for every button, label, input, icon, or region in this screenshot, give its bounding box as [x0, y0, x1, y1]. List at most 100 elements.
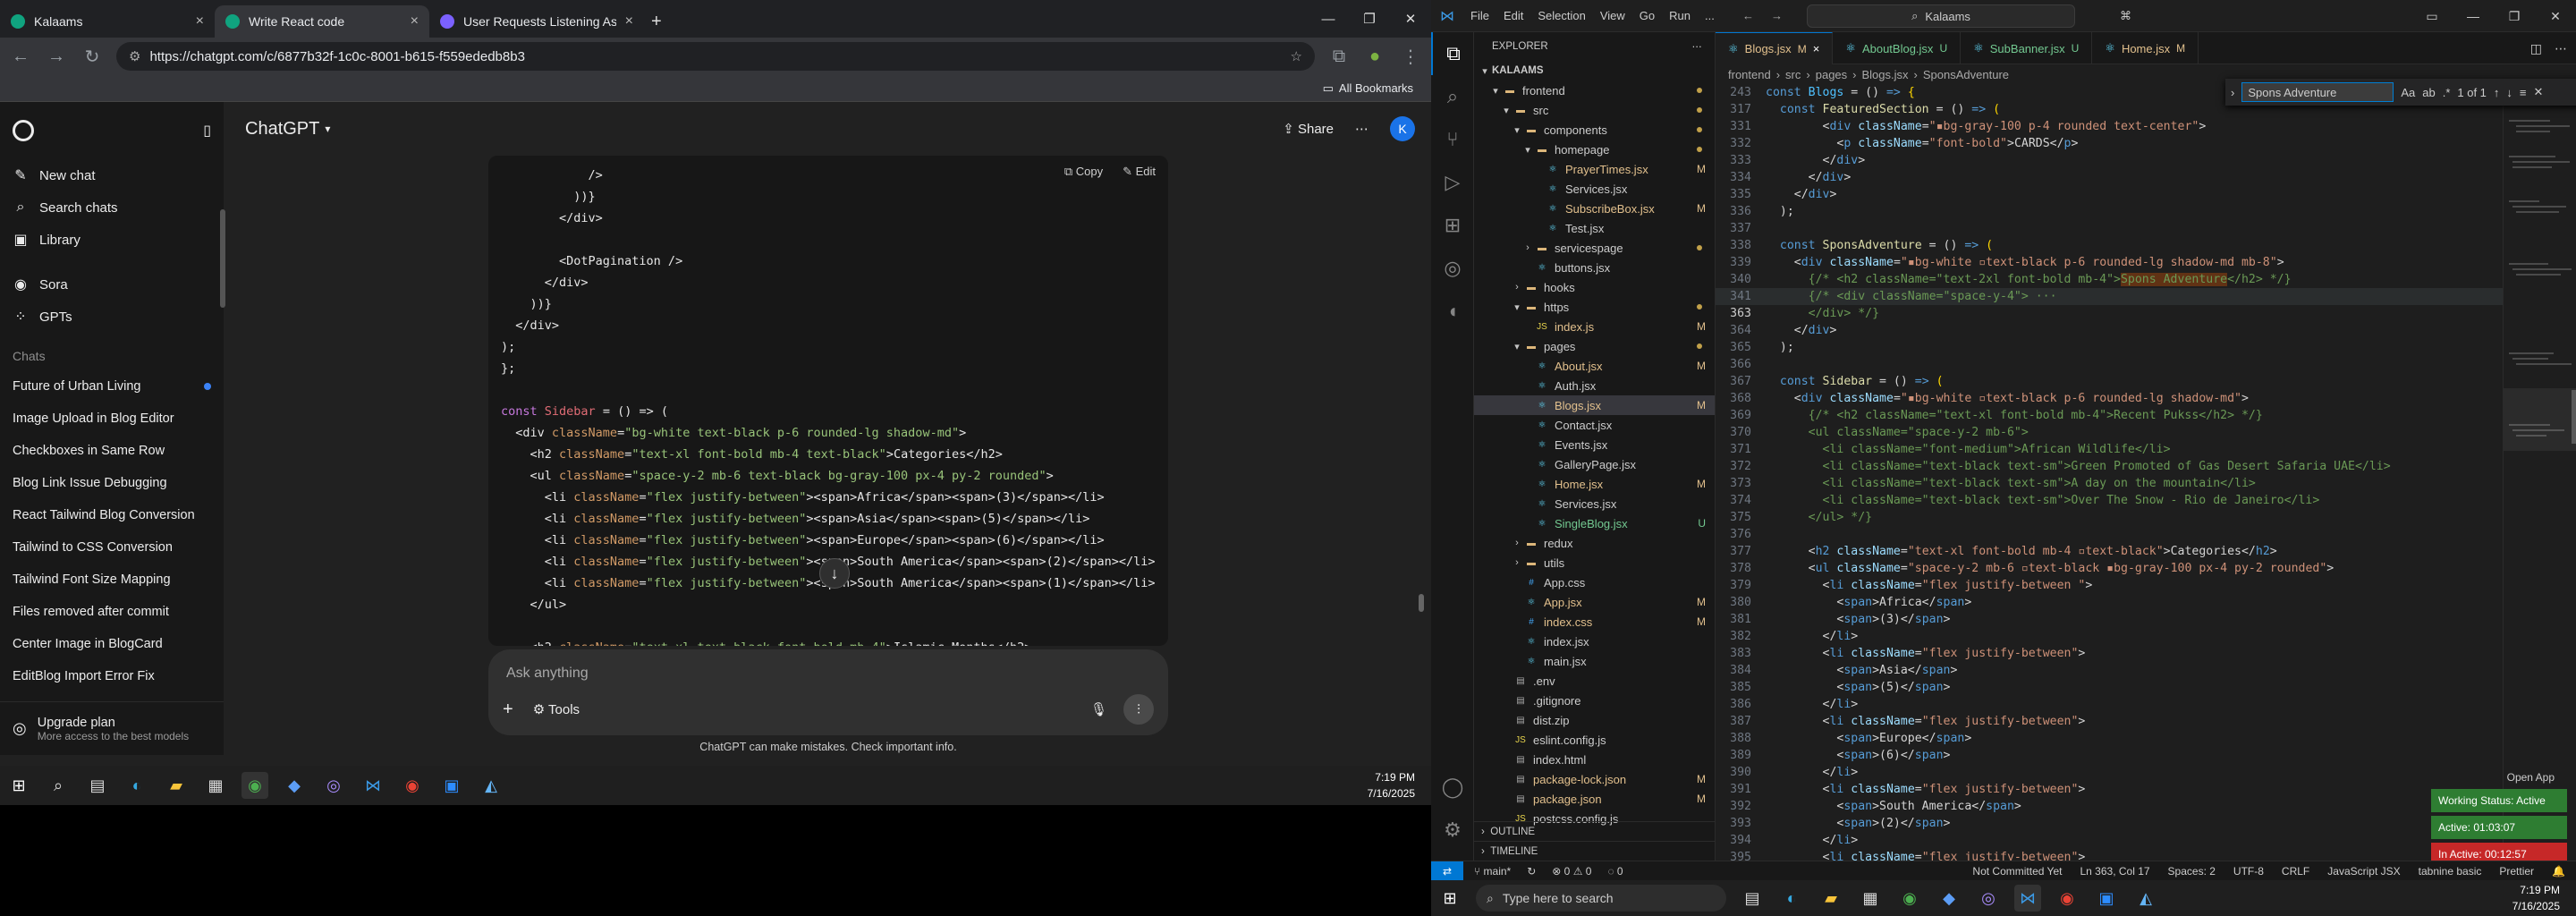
branch-indicator[interactable]: ⑂ main*: [1474, 865, 1511, 878]
breadcrumb-item[interactable]: pages: [1816, 68, 1847, 81]
code-editor[interactable]: 243 const Blogs = () => {317 const Featur…: [1716, 84, 2503, 861]
avatar[interactable]: K: [1390, 116, 1415, 141]
file-explorer-icon[interactable]: ▰: [1818, 885, 1844, 912]
github-icon[interactable]: ◎: [1431, 247, 1474, 290]
scroll-to-bottom-button[interactable]: ↓: [819, 558, 850, 589]
zoom-icon[interactable]: ▣: [438, 772, 465, 799]
run-debug-icon[interactable]: ▷: [1431, 161, 1474, 204]
upgrade-plan-button[interactable]: ◎ Upgrade plan More access to the best m…: [0, 701, 224, 755]
chrome-icon-2[interactable]: ◉: [399, 772, 426, 799]
chat-history-item[interactable]: Image Upload in Blog Editor: [0, 403, 224, 435]
search-icon[interactable]: ⌕: [45, 772, 72, 799]
store-icon[interactable]: ▦: [1857, 885, 1884, 912]
composer-placeholder[interactable]: Ask anything: [506, 666, 589, 682]
chrome-icon[interactable]: ◉: [1896, 885, 1923, 912]
sync-icon[interactable]: ↻: [1527, 865, 1536, 878]
file-item[interactable]: # index.css M: [1474, 612, 1715, 632]
app-icon-2[interactable]: ◭: [478, 772, 504, 799]
find-in-selection-icon[interactable]: ≡: [2520, 86, 2527, 99]
new-tab-icon[interactable]: +: [651, 12, 662, 32]
share-button[interactable]: ⇪ Share: [1283, 121, 1334, 137]
openai-logo-icon[interactable]: [13, 120, 34, 141]
menu-item[interactable]: ...: [1705, 9, 1715, 22]
more-options-icon[interactable]: ⋯: [1355, 121, 1368, 137]
back-icon[interactable]: ←: [9, 47, 32, 67]
file-item[interactable]: ▤ package-lock.json M: [1474, 769, 1715, 789]
file-item[interactable]: # App.css: [1474, 572, 1715, 592]
sidebar-item-new-chat[interactable]: ✎ New chat: [0, 159, 224, 191]
taskbar-clock[interactable]: 7:19 PM 7/16/2025: [2512, 882, 2560, 914]
prettier-status[interactable]: Prettier: [2499, 865, 2534, 878]
command-center[interactable]: ⌕ Kalaams: [1807, 4, 2075, 28]
settings-gear-icon[interactable]: ⚙: [1431, 809, 1474, 852]
folder-item[interactable]: ▾ ▬ src: [1474, 100, 1715, 120]
match-case-toggle[interactable]: Aa: [2401, 86, 2415, 99]
close-window-icon[interactable]: ✕: [2535, 0, 2576, 32]
chat-history-item[interactable]: Tailwind Font Size Mapping: [0, 564, 224, 596]
regex-toggle[interactable]: .*: [2443, 86, 2451, 99]
extensions-icon[interactable]: ⧉: [1327, 47, 1351, 67]
maximize-icon[interactable]: ❐: [1349, 0, 1390, 38]
breadcrumb-item[interactable]: SponsAdventure: [1923, 68, 2009, 81]
file-explorer-icon[interactable]: ▰: [163, 772, 190, 799]
file-item[interactable]: ⚛ Home.jsx M: [1474, 474, 1715, 494]
nav-back-icon[interactable]: ←: [1742, 9, 1754, 22]
app-icon[interactable]: ◆: [1936, 885, 1962, 912]
extensions-icon[interactable]: ⊞: [1431, 204, 1474, 247]
language-mode[interactable]: JavaScript JSX: [2327, 865, 2400, 878]
reload-icon[interactable]: ↻: [80, 46, 104, 68]
source-control-icon[interactable]: ⑂: [1431, 118, 1474, 161]
chat-history-item[interactable]: Future of Urban Living: [0, 370, 224, 403]
close-icon[interactable]: ×: [196, 13, 204, 30]
chrome-icon-2[interactable]: ◉: [2054, 885, 2080, 912]
folder-item[interactable]: ▾ ▬ components: [1474, 120, 1715, 140]
encoding[interactable]: UTF-8: [2233, 865, 2264, 878]
menu-item[interactable]: File: [1470, 9, 1489, 22]
edit-button[interactable]: ✎ Edit: [1123, 165, 1156, 179]
editor-tab[interactable]: ⚛ Blogs.jsx M ×: [1716, 32, 1834, 64]
breadcrumb-item[interactable]: frontend: [1728, 68, 1771, 81]
minimize-icon[interactable]: —: [1308, 0, 1349, 38]
chrome-icon[interactable]: ◉: [242, 772, 268, 799]
file-item[interactable]: ▤ .gitignore: [1474, 691, 1715, 710]
menu-item[interactable]: Selection: [1538, 9, 1585, 22]
file-item[interactable]: ⚛ Auth.jsx: [1474, 376, 1715, 395]
close-window-icon[interactable]: ✕: [1390, 0, 1431, 38]
edge-icon[interactable]: ◐: [1778, 885, 1805, 912]
file-item[interactable]: ⚛ PrayerTimes.jsx M: [1474, 159, 1715, 179]
task-view-icon[interactable]: ▤: [84, 772, 111, 799]
file-item[interactable]: ▤ .env: [1474, 671, 1715, 691]
git-blame-status[interactable]: Not Committed Yet: [1972, 865, 2062, 878]
folder-item[interactable]: › ▬ servicespage: [1474, 238, 1715, 258]
sidebar-toggle-icon[interactable]: ▯: [203, 122, 211, 140]
account-icon[interactable]: ◯: [1431, 766, 1474, 809]
folder-item[interactable]: › ▬ utils: [1474, 553, 1715, 572]
bookmark-star-icon[interactable]: ☆: [1291, 48, 1302, 64]
line-ending[interactable]: CRLF: [2282, 865, 2309, 878]
tab-kalaams[interactable]: Kalaams ×: [0, 5, 215, 38]
menu-item[interactable]: Run: [1669, 9, 1690, 22]
file-item[interactable]: ▤ index.html: [1474, 750, 1715, 769]
split-editor-icon[interactable]: ◫: [2530, 41, 2542, 56]
folder-item[interactable]: › ▬ redux: [1474, 533, 1715, 553]
editor-tab[interactable]: ⚛ AboutBlog.jsx U: [1833, 32, 1962, 64]
menu-item[interactable]: Go: [1640, 9, 1655, 22]
find-input[interactable]: Spons Adventure: [2241, 82, 2394, 102]
notifications-bell-icon[interactable]: 🔔: [2552, 865, 2565, 878]
attach-plus-icon[interactable]: +: [503, 700, 513, 720]
more-actions-icon[interactable]: ⋯: [2555, 41, 2567, 56]
file-item[interactable]: ⚛ SubscribeBox.jsx M: [1474, 199, 1715, 218]
match-word-toggle[interactable]: ab: [2422, 86, 2435, 99]
app-icon[interactable]: ◆: [281, 772, 308, 799]
vscode-icon[interactable]: ⋈: [360, 772, 386, 799]
taskbar-search[interactable]: ⌕ Type here to search: [1476, 885, 1726, 912]
zoom-icon[interactable]: ▣: [2093, 885, 2120, 912]
app-icon-2[interactable]: ◭: [2132, 885, 2159, 912]
editor-tab[interactable]: ⚛ SubBanner.jsx U: [1961, 32, 2093, 64]
workspace-root[interactable]: ▾ KALAAMS: [1474, 61, 1715, 81]
breadcrumb-item[interactable]: Blogs.jsx: [1862, 68, 1909, 81]
explorer-icon[interactable]: ⧉: [1431, 32, 1474, 75]
editor-tab[interactable]: ⚛ Home.jsx M: [2092, 32, 2199, 64]
chat-history-item[interactable]: Center Image in BlogCard: [0, 628, 224, 660]
file-item[interactable]: ⚛ GalleryPage.jsx: [1474, 454, 1715, 474]
